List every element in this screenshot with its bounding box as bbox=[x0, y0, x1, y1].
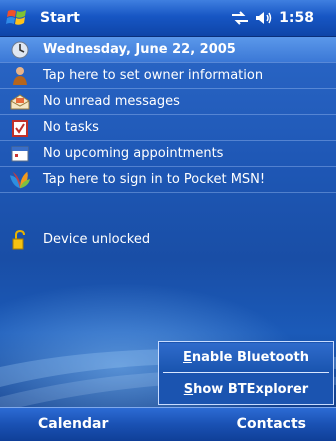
lock-icon bbox=[9, 229, 31, 250]
today-item-messages[interactable]: No unread messages bbox=[0, 89, 336, 114]
connectivity-icon[interactable] bbox=[231, 11, 249, 25]
calendar-softkey[interactable]: Calendar bbox=[38, 416, 108, 432]
title-text[interactable]: Start bbox=[40, 10, 80, 26]
owner-icon bbox=[9, 66, 31, 86]
today-item-label: Tap here to set owner information bbox=[43, 68, 264, 83]
clock-icon bbox=[9, 40, 31, 60]
menu-item-label: Enable Bluetooth bbox=[182, 349, 309, 365]
today-item-label: No unread messages bbox=[43, 94, 180, 109]
tasks-icon bbox=[9, 118, 31, 138]
enable-bluetooth-menu-item[interactable]: Enable Bluetooth bbox=[159, 343, 333, 371]
volume-icon[interactable] bbox=[255, 11, 273, 25]
title-bar: Start 1:58 bbox=[0, 0, 336, 37]
msn-butterfly-icon bbox=[9, 170, 31, 190]
today-item-tasks[interactable]: No tasks bbox=[0, 115, 336, 140]
softkey-bar: Calendar Contacts bbox=[0, 407, 336, 441]
mail-icon bbox=[9, 92, 31, 112]
context-menu: Enable Bluetooth Show BTExplorer bbox=[158, 341, 334, 405]
show-btexplorer-menu-item[interactable]: Show BTExplorer bbox=[159, 375, 333, 403]
today-item-label: Device unlocked bbox=[43, 232, 151, 247]
today-item-owner[interactable]: Tap here to set owner information bbox=[0, 63, 336, 88]
today-item-label: No upcoming appointments bbox=[43, 146, 224, 161]
today-item-appointments[interactable]: No upcoming appointments bbox=[0, 141, 336, 166]
menu-divider bbox=[163, 372, 329, 373]
divider bbox=[0, 192, 336, 193]
menu-item-label: Show BTExplorer bbox=[183, 381, 309, 397]
today-item-date[interactable]: Wednesday, June 22, 2005 bbox=[0, 37, 336, 62]
clock-time[interactable]: 1:58 bbox=[279, 10, 314, 26]
today-item-lock[interactable]: Device unlocked bbox=[0, 227, 336, 252]
windows-flag-icon[interactable] bbox=[6, 6, 30, 30]
contacts-softkey[interactable]: Contacts bbox=[237, 416, 306, 432]
calendar-icon bbox=[9, 144, 31, 164]
today-item-label: No tasks bbox=[43, 120, 99, 135]
today-item-msn[interactable]: Tap here to sign in to Pocket MSN! bbox=[0, 167, 336, 192]
today-item-label: Tap here to sign in to Pocket MSN! bbox=[43, 172, 266, 187]
status-area: 1:58 bbox=[231, 10, 314, 26]
today-item-label: Wednesday, June 22, 2005 bbox=[43, 42, 236, 57]
